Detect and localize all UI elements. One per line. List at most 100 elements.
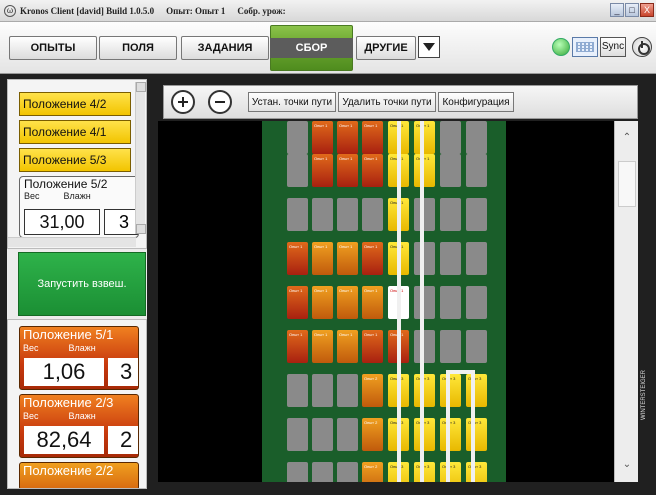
configuration-button[interactable]: Конфигурация	[438, 92, 514, 112]
field-plot[interactable]: Опыт 1	[287, 242, 308, 275]
field-plot[interactable]	[440, 286, 461, 319]
weighed-list[interactable]: Положение 5/1 Вес Влажн 1,06 3 Положение…	[7, 319, 147, 489]
field-plot[interactable]: Опыт 1	[362, 121, 383, 154]
field-plot[interactable]	[440, 198, 461, 231]
weighed-card[interactable]: Положение 2/2	[19, 462, 139, 488]
field-plot[interactable]	[287, 121, 308, 154]
field-plot[interactable]: Опыт 1	[414, 121, 435, 154]
map-scroll-thumb[interactable]	[618, 161, 636, 207]
field-plot[interactable]	[466, 121, 487, 154]
field-plot[interactable]: Опыт 1	[287, 286, 308, 319]
field-plot[interactable]: Опыт 2	[362, 374, 383, 407]
set-waypoints-button[interactable]: Устан. точки пути	[248, 92, 336, 112]
field-map[interactable]: Опыт 1Опыт 1Опыт 1Опыт 1Опыт 1Опыт 1Опыт…	[158, 121, 614, 482]
zoom-in-icon[interactable]	[171, 90, 195, 114]
positions-list[interactable]: Положение 4/2 Положение 4/1 Положение 5/…	[7, 79, 147, 249]
zoom-out-icon[interactable]	[208, 90, 232, 114]
field-plot[interactable]	[337, 418, 358, 451]
scroll-down-icon[interactable]	[136, 224, 146, 234]
field-plot[interactable]	[414, 330, 435, 363]
map-scroll-up-icon[interactable]: ⌃	[617, 127, 637, 149]
field-plot[interactable]	[466, 286, 487, 319]
field-plot[interactable]: Опыт 1	[337, 286, 358, 319]
field-plot[interactable]: Опыт 1	[362, 286, 383, 319]
field-plot[interactable]: Опыт 1	[312, 330, 333, 363]
tab-other[interactable]: ДРУГИЕ	[356, 36, 416, 60]
field-plot[interactable]	[287, 462, 308, 482]
tab-experiments[interactable]: ОПЫТЫ	[9, 36, 97, 60]
field-plot[interactable]: Опыт 1	[312, 242, 333, 275]
field-plot[interactable]: Опыт 3	[466, 418, 487, 451]
field-plot[interactable]: Опыт 3	[466, 462, 487, 482]
positions-hscrollbar[interactable]	[8, 237, 136, 247]
position-item[interactable]: Положение 5/3	[19, 148, 131, 172]
field-plot[interactable]	[287, 154, 308, 187]
weighed-card[interactable]: Положение 2/3 Вес Влажн 82,64 2	[19, 394, 139, 458]
other-dropdown-arrow-icon[interactable]	[418, 36, 440, 58]
sync-button[interactable]: Sync	[600, 37, 626, 57]
field-plot[interactable]: Опыт 3	[414, 374, 435, 407]
field-plot[interactable]: Опыт 3	[440, 374, 461, 407]
field-plot[interactable]	[440, 121, 461, 154]
field-plot[interactable]: Опыт 3	[466, 374, 487, 407]
field-plot[interactable]: Опыт 3	[414, 462, 435, 482]
maximize-button[interactable]: □	[625, 3, 639, 17]
keyboard-icon[interactable]	[572, 37, 598, 57]
field-plot[interactable]	[287, 198, 308, 231]
field-plot[interactable]	[440, 330, 461, 363]
field-plot[interactable]	[414, 286, 435, 319]
field-plot[interactable]	[362, 198, 383, 231]
card-moisture-label: Влажн	[68, 411, 96, 421]
position-item[interactable]: Положение 4/2	[19, 92, 131, 116]
field-plot[interactable]	[466, 198, 487, 231]
field-plot[interactable]: Опыт 1	[312, 121, 333, 154]
scroll-up-icon[interactable]	[136, 82, 146, 92]
position-item[interactable]: Положение 4/1	[19, 120, 131, 144]
tab-harvest[interactable]: СБОР	[269, 25, 354, 71]
field-plot[interactable]	[312, 198, 333, 231]
field-plot[interactable]	[466, 242, 487, 275]
field-plot[interactable]: Опыт 1	[312, 286, 333, 319]
close-button[interactable]: X	[640, 3, 654, 17]
field-plot[interactable]: Опыт 1	[362, 154, 383, 187]
field-plot[interactable]: Опыт 1	[337, 242, 358, 275]
power-icon[interactable]	[632, 37, 652, 57]
field-plot[interactable]	[466, 330, 487, 363]
field-plot[interactable]	[287, 418, 308, 451]
field-plot[interactable]: Опыт 1	[414, 154, 435, 187]
field-plot[interactable]: Опыт 1	[337, 330, 358, 363]
field-plot[interactable]: Опыт 2	[362, 418, 383, 451]
map-scroll-down-icon[interactable]: ⌄	[617, 454, 637, 476]
start-weighing-button[interactable]: Запустить взвеш.	[18, 252, 146, 316]
field-plot[interactable]: Опыт 1	[287, 330, 308, 363]
field-plot[interactable]: Опыт 2	[362, 462, 383, 482]
field-plot[interactable]: Опыт 1	[362, 242, 383, 275]
field-plot[interactable]	[312, 374, 333, 407]
field-plot[interactable]: Опыт 1	[337, 154, 358, 187]
minimize-button[interactable]: _	[610, 3, 624, 17]
delete-waypoints-button[interactable]: Удалить точки пути	[338, 92, 436, 112]
field-plot[interactable]	[466, 154, 487, 187]
selected-position[interactable]: Положение 5/2 Вес Влажн 31,00 3	[19, 176, 139, 238]
field-plot[interactable]	[337, 374, 358, 407]
field-plot[interactable]: Опыт 1	[312, 154, 333, 187]
field-plot[interactable]	[440, 242, 461, 275]
tab-tasks[interactable]: ЗАДАНИЯ	[181, 36, 269, 60]
field-plot[interactable]	[337, 198, 358, 231]
field-plot[interactable]: Опыт 3	[414, 418, 435, 451]
field-plot[interactable]	[312, 462, 333, 482]
map-scrollbar[interactable]: ⌃ ⌄	[614, 121, 638, 482]
field-plot[interactable]	[287, 374, 308, 407]
positions-scrollbar[interactable]	[135, 82, 146, 234]
field-plot[interactable]: Опыт 3	[440, 418, 461, 451]
field-plot[interactable]: Опыт 1	[337, 121, 358, 154]
tab-fields[interactable]: ПОЛЯ	[99, 36, 177, 60]
field-plot[interactable]	[440, 154, 461, 187]
field-plot[interactable]	[414, 242, 435, 275]
weighed-card[interactable]: Положение 5/1 Вес Влажн 1,06 3	[19, 326, 139, 390]
field-plot[interactable]: Опыт 3	[440, 462, 461, 482]
field-plot[interactable]	[414, 198, 435, 231]
field-plot[interactable]	[337, 462, 358, 482]
field-plot[interactable]	[312, 418, 333, 451]
field-plot[interactable]: Опыт 1	[362, 330, 383, 363]
